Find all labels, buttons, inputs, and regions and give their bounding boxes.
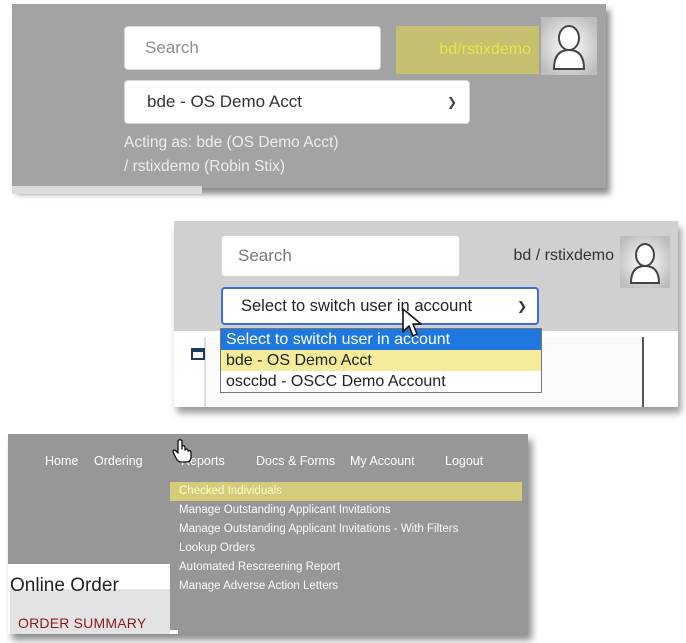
user-avatar-icon[interactable] — [620, 236, 670, 288]
search-input[interactable]: Search — [124, 26, 381, 70]
menu-item-adverse-action-letters[interactable]: Manage Adverse Action Letters — [170, 577, 522, 596]
order-summary-heading: ORDER SUMMARY — [18, 615, 147, 631]
navigation-panel: Home Ordering Reports Docs & Forms My Ac… — [8, 434, 528, 634]
acting-as-line: Acting as: bde (OS Demo Acct) — [124, 134, 339, 151]
nav-my-account[interactable]: My Account — [350, 454, 415, 468]
user-avatar-icon[interactable] — [541, 17, 597, 75]
user-select[interactable]: Select to switch user in account ❯ — [221, 287, 539, 325]
content-strip — [12, 186, 202, 194]
user-label[interactable]: bd / rstixdemo — [474, 239, 614, 273]
menu-item-checked-individuals[interactable]: Checked Individuals — [170, 482, 522, 501]
chevron-down-icon: ❯ — [516, 299, 527, 313]
dropdown-option[interactable]: Select to switch user in account — [221, 329, 541, 350]
user-select-value: Select to switch user in account — [241, 297, 473, 315]
nav-ordering[interactable]: Ordering — [94, 454, 143, 468]
account-select-value: bde - OS Demo Acct — [147, 92, 302, 111]
chevron-down-icon: ❯ — [446, 95, 457, 109]
window-icon — [191, 348, 205, 360]
user-switch-panel: Search bd / rstixdemo Select to switch u… — [174, 221, 678, 407]
dropdown-option[interactable]: bde - OS Demo Acct — [221, 350, 541, 371]
menu-item-rescreening-report[interactable]: Automated Rescreening Report — [170, 558, 522, 577]
account-header-panel: Search bd/rstixdemo bde - OS Demo Acct ❯… — [12, 4, 606, 194]
acting-as-text: Acting as: bde (OS Demo Acct) / rstixdem… — [124, 131, 454, 179]
menu-item-lookup-orders[interactable]: Lookup Orders — [170, 539, 522, 558]
user-label[interactable]: bd/rstixdemo — [396, 26, 539, 74]
nav-logout[interactable]: Logout — [445, 454, 483, 468]
nav-home[interactable]: Home — [45, 454, 78, 468]
account-select[interactable]: bde - OS Demo Acct ❯ — [124, 80, 470, 124]
user-select-dropdown: Select to switch user in account bde - O… — [220, 328, 542, 393]
reports-menu: Checked Individuals Manage Outstanding A… — [170, 482, 522, 630]
nav-docs-forms[interactable]: Docs & Forms — [256, 454, 335, 468]
page-title: Online Order — [10, 575, 119, 596]
acting-as-line: / rstixdemo (Robin Stix) — [124, 158, 286, 175]
menu-item-applicant-invitations[interactable]: Manage Outstanding Applicant Invitations — [170, 501, 522, 520]
search-input[interactable]: Search — [221, 235, 460, 277]
menu-item-applicant-invitations-filters[interactable]: Manage Outstanding Applicant Invitations… — [170, 520, 522, 539]
hand-cursor-icon — [172, 438, 194, 464]
dropdown-option[interactable]: osccbd - OSCC Demo Account — [221, 371, 541, 392]
mouse-cursor-icon — [400, 307, 426, 339]
